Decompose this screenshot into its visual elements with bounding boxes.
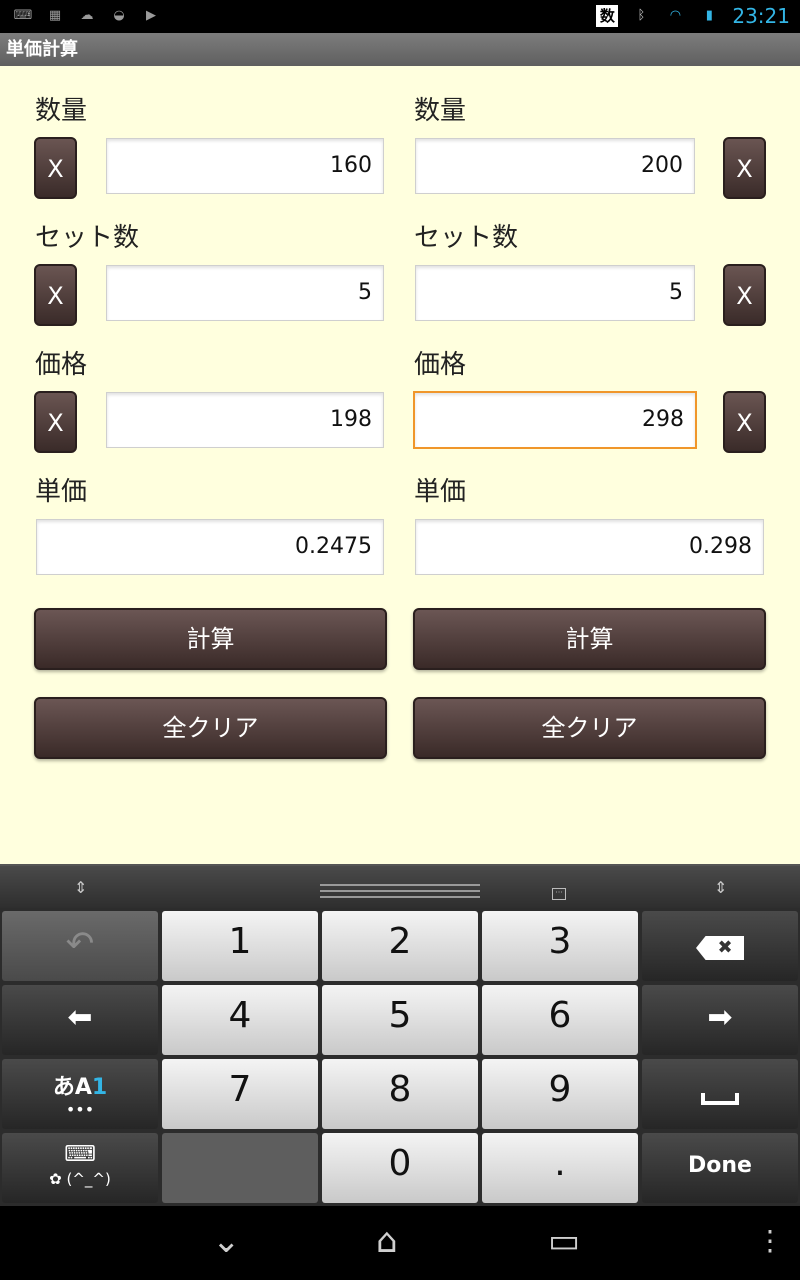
right-unit-price-output: 0.298 — [415, 519, 764, 575]
undo-icon: ↶ — [65, 924, 95, 964]
mic-icon: ✿ — [49, 1170, 67, 1188]
numeric-keyboard: ⇕ ··· ⇕ ↶ 1 2 3 ✖ ⬅ 4 5 6 ➡ あA1 ••• 7 8 — [0, 864, 800, 1206]
left-unit-price-output: 0.2475 — [36, 519, 384, 575]
right-set-label: セット数 — [414, 223, 519, 253]
system-icons: 数 ᛒ ◠ ▮ 23:21 — [596, 4, 790, 28]
done-key[interactable]: Done — [642, 1133, 798, 1203]
arrow-right-icon: ➡ — [707, 1000, 733, 1035]
emoticon-label: ✿ (^_^) — [49, 1170, 111, 1188]
backspace-key[interactable]: ✖ — [642, 911, 798, 981]
blank-key — [162, 1133, 318, 1203]
menu-icon[interactable]: ⋮ — [756, 1224, 784, 1258]
left-quantity-label: 数量 — [35, 96, 88, 126]
left-price-clear-button[interactable]: X — [34, 391, 77, 453]
resize-right-icon[interactable]: ⇕ — [714, 878, 727, 897]
left-price-label: 価格 — [35, 350, 88, 380]
space-icon — [701, 1093, 739, 1105]
left-calc-button[interactable]: 計算 — [34, 608, 387, 670]
keyboard-icon: ⌨ — [64, 1142, 96, 1167]
right-price-clear-button[interactable]: X — [723, 391, 766, 453]
left-set-clear-button[interactable]: X — [34, 264, 77, 326]
right-quantity-label: 数量 — [414, 96, 467, 126]
drag-handle-icon[interactable] — [320, 884, 480, 898]
right-set-clear-button[interactable]: X — [723, 264, 766, 326]
battery-icon: ▮ — [705, 8, 713, 23]
undo-key[interactable]: ↶ — [2, 911, 158, 981]
keyboard-handle-bar[interactable]: ⇕ ··· ⇕ — [0, 864, 800, 908]
play-store-icon: ▶ — [146, 8, 156, 23]
screen: ⌨ ▦ ☁ ◒ ▶ 数 ᛒ ◠ ▮ 23:21 単価計算 数量 X 160 セッ… — [0, 0, 800, 1280]
ime-indicator: 数 — [596, 5, 619, 27]
left-quantity-input[interactable]: 160 — [106, 138, 384, 194]
right-unit-price-label: 単価 — [414, 477, 467, 507]
key-4[interactable]: 4 — [162, 985, 318, 1055]
app-title: 単価計算 — [6, 39, 78, 60]
right-price-input[interactable]: 298 — [413, 391, 697, 449]
recent-apps-icon[interactable]: ▭ — [548, 1224, 580, 1258]
arrow-left-icon: ⬅ — [67, 1000, 93, 1035]
navigation-bar: ⌄ ⌂ ▭ ⋮ — [0, 1206, 800, 1280]
ime-mode-label: あA1 — [52, 1075, 108, 1100]
status-bar: ⌨ ▦ ☁ ◒ ▶ 数 ᛒ ◠ ▮ 23:21 — [0, 0, 800, 33]
key-1[interactable]: 1 — [162, 911, 318, 981]
key-8[interactable]: 8 — [322, 1059, 478, 1129]
right-set-input[interactable]: 5 — [415, 265, 695, 321]
key-7[interactable]: 7 — [162, 1059, 318, 1129]
clock: 23:21 — [732, 4, 790, 28]
key-6[interactable]: 6 — [482, 985, 638, 1055]
left-set-label: セット数 — [35, 223, 140, 253]
right-quantity-input[interactable]: 200 — [415, 138, 695, 194]
right-calc-button[interactable]: 計算 — [413, 608, 766, 670]
left-price-input[interactable]: 198 — [106, 392, 384, 448]
mini-keyboard-icon[interactable]: ··· — [552, 888, 566, 900]
left-quantity-clear-button[interactable]: X — [34, 137, 77, 199]
weather-icon: ☁ — [80, 8, 94, 23]
cursor-right-key[interactable]: ➡ — [642, 985, 798, 1055]
left-clear-all-button[interactable]: 全クリア — [34, 697, 387, 759]
keyboard-settings-key[interactable]: ⌨ ✿ (^_^) — [2, 1133, 158, 1203]
android-icon: ◒ — [113, 8, 125, 23]
back-icon[interactable]: ⌄ — [212, 1224, 241, 1258]
key-0[interactable]: 0 — [322, 1133, 478, 1203]
app-title-bar: 単価計算 — [0, 33, 800, 66]
backspace-icon: ✖ — [696, 936, 744, 960]
left-set-input[interactable]: 5 — [106, 265, 384, 321]
space-key[interactable] — [642, 1059, 798, 1129]
ime-mode-key[interactable]: あA1 ••• — [2, 1059, 158, 1129]
right-price-label: 価格 — [414, 350, 467, 380]
wifi-icon: ◠ — [669, 8, 682, 23]
key-3[interactable]: 3 — [482, 911, 638, 981]
cursor-left-key[interactable]: ⬅ — [2, 985, 158, 1055]
resize-left-icon[interactable]: ⇕ — [74, 878, 87, 897]
calculator-form: 数量 X 160 セット数 X 5 価格 X 198 単価 0.2475 計算 … — [0, 66, 800, 864]
keyboard-icon: ⌨ — [13, 8, 33, 23]
ime-more-dots: ••• — [65, 1100, 95, 1119]
photo-icon: ▦ — [48, 8, 62, 23]
key-5[interactable]: 5 — [322, 985, 478, 1055]
key-2[interactable]: 2 — [322, 911, 478, 981]
right-quantity-clear-button[interactable]: X — [723, 137, 766, 199]
home-icon[interactable]: ⌂ — [376, 1224, 398, 1258]
key-9[interactable]: 9 — [482, 1059, 638, 1129]
notification-icons: ⌨ ▦ ☁ ◒ ▶ — [12, 6, 162, 26]
key-period[interactable]: . — [482, 1133, 638, 1203]
right-clear-all-button[interactable]: 全クリア — [413, 697, 766, 759]
left-unit-price-label: 単価 — [35, 477, 88, 507]
bluetooth-icon: ᛒ — [637, 8, 646, 23]
